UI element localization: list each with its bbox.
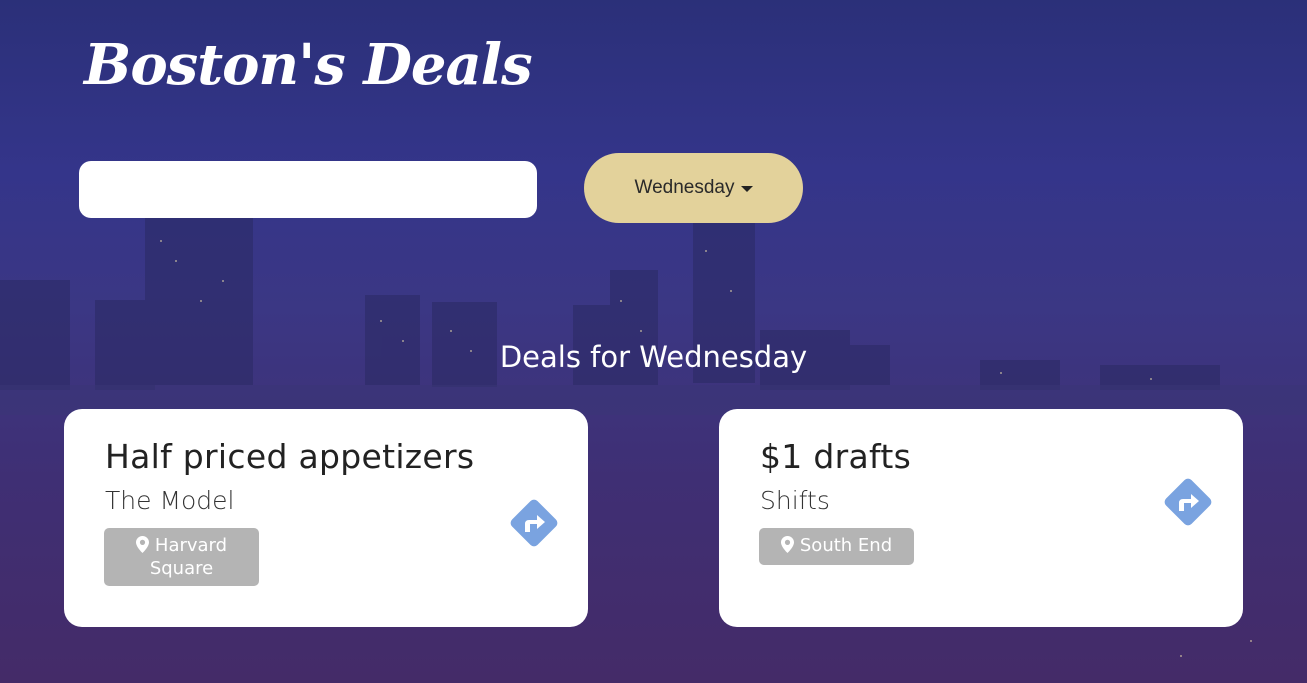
map-pin-icon (135, 536, 149, 558)
directions-icon[interactable] (506, 495, 562, 551)
day-dropdown-label: Wednesday (634, 177, 735, 198)
location-line-1: Harvard (154, 535, 228, 556)
location-line-1: South End (799, 535, 893, 556)
deal-card: $1 drafts Shifts South End (719, 409, 1243, 627)
caret-down-icon (740, 186, 753, 192)
deal-title: $1 drafts (760, 437, 912, 476)
map-pin-icon (780, 536, 794, 558)
directions-icon[interactable] (1160, 474, 1216, 530)
search-input[interactable] (79, 161, 537, 218)
day-dropdown-button[interactable]: Wednesday (584, 153, 803, 223)
location-line-2: Square (149, 558, 214, 579)
location-tag: South End (759, 528, 914, 565)
section-title: Deals for Wednesday (499, 340, 808, 374)
deal-venue: Shifts (760, 486, 830, 515)
deal-title: Half priced appetizers (105, 437, 475, 476)
location-tag: Harvard Square (104, 528, 259, 586)
deal-venue: The Model (105, 486, 235, 515)
deal-card: Half priced appetizers The Model Harvard… (64, 409, 588, 627)
app-logo[interactable]: Boston's Deals (84, 32, 533, 98)
